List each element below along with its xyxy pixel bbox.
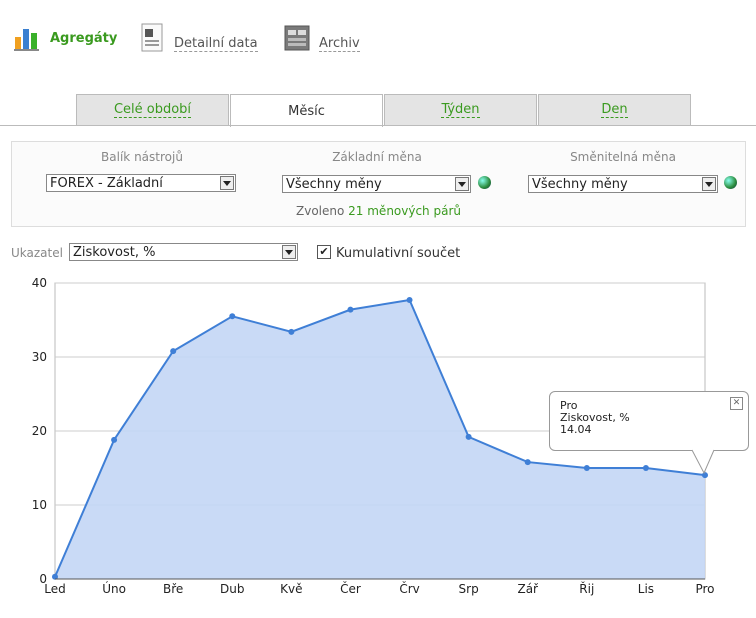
tooltip-pointer bbox=[691, 448, 715, 475]
x-tick-label: Srp bbox=[459, 582, 479, 596]
x-tick-label: Lis bbox=[638, 582, 654, 596]
y-tick-label: 20 bbox=[32, 424, 47, 438]
x-tick-label: Led bbox=[44, 582, 65, 596]
x-tick-label: Pro bbox=[695, 582, 714, 596]
x-tick-label: Čer bbox=[340, 581, 361, 596]
y-tick-label: 40 bbox=[32, 276, 47, 290]
data-point bbox=[465, 433, 472, 440]
data-point bbox=[524, 459, 531, 466]
y-tick-label: 30 bbox=[32, 350, 47, 364]
tooltip-value: 14.04 bbox=[560, 423, 592, 436]
chart-tooltip: Pro Ziskovost, % 14.04 ✕ bbox=[549, 391, 749, 451]
data-point bbox=[170, 348, 177, 355]
x-tick-label: Zář bbox=[517, 582, 539, 596]
profitability-chart: 010203040Led Úno Bře Dub Kvě Čer Črv Srp Zář Řij L… bbox=[32, 276, 715, 596]
x-tick-label: Řij bbox=[579, 581, 594, 596]
x-tick-label: Črv bbox=[399, 581, 419, 596]
y-tick-label: 10 bbox=[32, 498, 47, 512]
close-icon[interactable]: ✕ bbox=[730, 397, 743, 410]
data-point bbox=[288, 328, 295, 335]
data-point bbox=[111, 436, 118, 443]
x-tick-label: Úno bbox=[102, 581, 126, 596]
data-point bbox=[347, 306, 354, 313]
data-point bbox=[583, 465, 590, 471]
data-point bbox=[229, 313, 236, 320]
data-point bbox=[406, 297, 413, 304]
x-tick-label: Dub bbox=[220, 582, 244, 596]
x-tick-label: Kvě bbox=[280, 582, 302, 596]
x-tick-label: Bře bbox=[163, 582, 183, 596]
data-point bbox=[642, 465, 649, 471]
